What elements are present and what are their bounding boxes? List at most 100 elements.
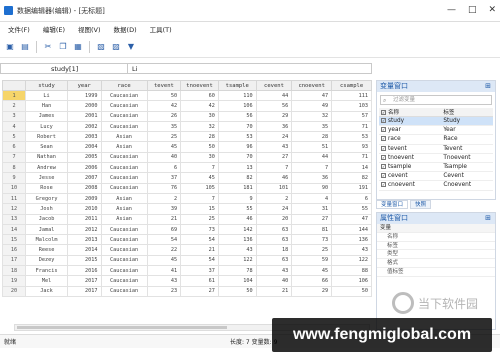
table-cell[interactable]: 45 [291, 265, 333, 277]
tab-snapshots[interactable]: 快照 [410, 200, 432, 209]
paste-icon[interactable]: ▦ [72, 41, 84, 53]
variable-item[interactable]: ✓ year Year [379, 125, 493, 136]
table-cell[interactable]: 7 [180, 162, 219, 174]
table-cell[interactable]: 55 [217, 203, 257, 215]
table-cell[interactable]: 9 [217, 192, 257, 205]
table-cell[interactable]: Asian [100, 192, 148, 205]
table-cell[interactable]: 7 [180, 192, 219, 205]
table-cell[interactable]: 14 [331, 162, 372, 174]
table-cell[interactable]: 2006 [66, 162, 102, 174]
table-cell[interactable]: 1999 [66, 89, 102, 102]
table-cell[interactable]: Malcolm [25, 234, 68, 246]
property-section[interactable]: 变量 [377, 224, 495, 233]
table-row[interactable]: 8 Andrew 2006 Caucasian 6 7 13 7 7 14 [1, 162, 372, 174]
table-cell[interactable]: Asian [100, 213, 148, 225]
table-cell[interactable]: 54 [180, 254, 219, 267]
table-cell[interactable]: 15 [180, 203, 219, 215]
table-cell[interactable]: 69 [146, 223, 182, 236]
column-header[interactable]: cevent [255, 80, 293, 91]
table-cell[interactable]: 35 [291, 120, 333, 133]
table-cell[interactable]: 47 [331, 213, 372, 225]
table-cell[interactable]: 29 [255, 110, 293, 122]
table-row[interactable]: 16 Reese 2014 Caucasian 22 21 43 18 25 43 [1, 244, 372, 256]
variable-name-cell[interactable]: ✓ study [379, 116, 442, 127]
table-cell[interactable]: 25 [291, 244, 333, 256]
table-cell[interactable]: 50 [331, 285, 372, 297]
variable-checkbox[interactable]: ✓ [381, 145, 386, 151]
table-cell[interactable]: 40 [146, 151, 182, 164]
variable-item[interactable]: ✓ cevent Cevent [379, 171, 493, 182]
variable-name-cell[interactable]: ✓ cevent [379, 171, 442, 182]
cut-icon[interactable]: ✂ [42, 41, 54, 53]
table-cell[interactable]: 82 [331, 172, 372, 184]
table-cell[interactable]: Sean [25, 141, 68, 153]
table-cell[interactable]: 2014 [66, 244, 102, 256]
column-header[interactable]: tnoevent [180, 80, 219, 91]
table-cell[interactable]: 32 [291, 110, 333, 122]
variable-name-cell[interactable]: ✓ race [379, 134, 442, 145]
table-cell[interactable]: 43 [331, 244, 372, 256]
table-row[interactable]: 14 Jamal 2012 Caucasian 69 73 142 63 81 144 [1, 223, 372, 236]
table-cell[interactable]: 63 [255, 254, 293, 267]
table-cell[interactable]: Caucasian [100, 234, 148, 246]
minimize-button[interactable]: — [447, 5, 456, 15]
table-cell[interactable]: 2012 [66, 223, 102, 236]
table-cell[interactable]: 2017 [66, 275, 102, 287]
variable-item[interactable]: ✓ tnoevent Tnoevent [379, 153, 493, 163]
table-cell[interactable]: James [25, 110, 68, 122]
table-cell[interactable]: 2010 [66, 203, 102, 215]
table-cell[interactable]: 24 [255, 131, 293, 143]
table-cell[interactable]: 50 [180, 141, 219, 153]
table-cell[interactable]: 66 [291, 275, 333, 287]
table-cell[interactable]: 49 [291, 100, 333, 112]
table-cell[interactable]: 122 [217, 254, 257, 267]
table-cell[interactable]: Robert [25, 131, 68, 143]
table-cell[interactable]: Mel [25, 275, 68, 287]
variable-item[interactable]: ✓ tsample Tsample [379, 162, 493, 173]
variable-item[interactable]: ✓ race Race [379, 134, 493, 145]
browse-mode-icon[interactable]: ▨ [110, 41, 122, 53]
table-cell[interactable]: 32 [180, 120, 219, 133]
table-row[interactable]: 13 Jacob 2011 Asian 21 25 46 20 27 47 [1, 213, 372, 225]
table-cell[interactable]: 6 [331, 192, 372, 205]
table-cell[interactable]: 142 [217, 223, 257, 236]
table-cell[interactable]: 41 [146, 265, 182, 277]
table-cell[interactable]: 13 [217, 162, 257, 174]
edit-mode-icon[interactable]: ▧ [95, 41, 107, 53]
table-cell[interactable]: 104 [217, 275, 257, 287]
table-row[interactable]: 10 Rose 2008 Caucasian 76 105 181 101 90 191 [1, 182, 372, 194]
table-cell[interactable]: Caucasian [100, 151, 148, 164]
table-cell[interactable]: 43 [146, 275, 182, 287]
table-cell[interactable]: 106 [217, 100, 257, 112]
table-cell[interactable]: 23 [146, 285, 182, 297]
table-cell[interactable]: Caucasian [100, 254, 148, 267]
table-cell[interactable]: Caucasian [100, 244, 148, 256]
table-cell[interactable]: Caucasian [100, 265, 148, 277]
table-cell[interactable]: Andrew [25, 162, 68, 174]
table-cell[interactable]: Rose [25, 182, 68, 194]
table-cell[interactable]: 63 [255, 234, 293, 246]
table-cell[interactable]: 20 [255, 213, 293, 225]
table-cell[interactable]: 2001 [66, 110, 102, 122]
table-cell[interactable]: 28 [291, 131, 333, 143]
table-cell[interactable]: Jack [25, 285, 68, 297]
table-cell[interactable]: 105 [180, 182, 219, 194]
table-cell[interactable]: 50 [217, 285, 257, 297]
table-cell[interactable]: 181 [217, 182, 257, 194]
table-cell[interactable]: 21 [255, 285, 293, 297]
table-cell[interactable]: 40 [255, 275, 293, 287]
table-cell[interactable]: Caucasian [100, 110, 148, 122]
menu-view[interactable]: 视图(V) [78, 24, 101, 34]
property-row[interactable]: 名称 [377, 233, 495, 242]
table-cell[interactable]: 2000 [66, 100, 102, 112]
table-cell[interactable]: 78 [217, 265, 257, 277]
table-cell[interactable]: 25 [146, 131, 182, 143]
table-cell[interactable]: 42 [146, 100, 182, 112]
close-button[interactable]: ✕ [488, 5, 496, 15]
table-cell[interactable]: Dezey [25, 254, 68, 267]
table-row[interactable]: 6 Sean 2004 Asian 45 50 96 43 51 93 [1, 141, 372, 153]
variable-checkbox[interactable]: ✓ [381, 127, 386, 133]
table-cell[interactable]: 57 [331, 110, 372, 122]
table-row[interactable]: 7 Nathan 2005 Caucasian 40 30 70 27 44 71 [1, 151, 372, 164]
table-cell[interactable]: 191 [331, 182, 372, 194]
